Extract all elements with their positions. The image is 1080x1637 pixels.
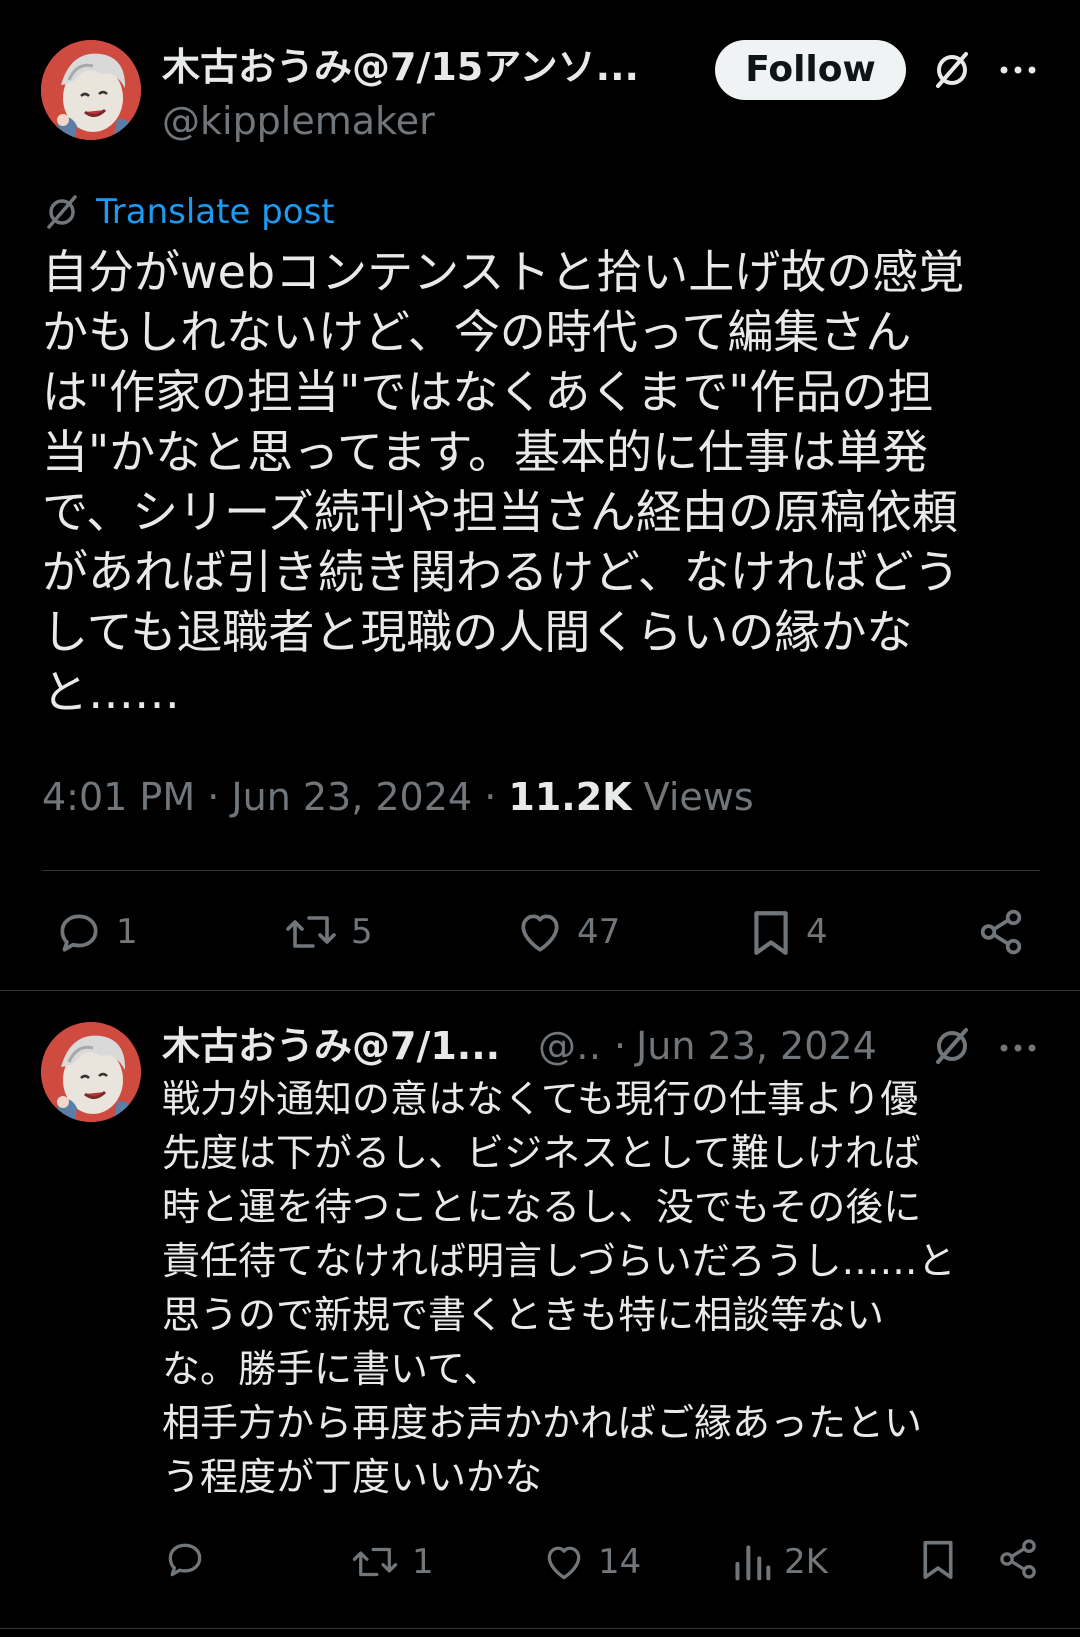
repost-icon (286, 916, 336, 948)
author-handle[interactable]: @kipplemaker (162, 96, 435, 146)
repost-count: 5 (351, 912, 373, 952)
share-icon (1000, 1539, 1036, 1579)
share-icon (980, 909, 1022, 955)
views-count: 11.2K (508, 775, 632, 819)
reply-count: 1 (116, 912, 138, 952)
meta-separator: · (614, 1024, 627, 1068)
views-label: Views (643, 775, 754, 819)
more-dots-icon[interactable] (996, 60, 1040, 80)
repost-icon (352, 1547, 398, 1577)
post-meta: 4:01 PM · Jun 23, 2024 · 11.2K Views (42, 772, 754, 822)
reply-header: 木古おうみ@7/1... @... · Jun 23, 2024 (162, 1020, 922, 1072)
divider (42, 870, 1040, 871)
repost-button[interactable]: 1 (350, 1537, 434, 1587)
repost-button[interactable]: 5 (283, 907, 373, 957)
reply-button[interactable]: 1 (54, 907, 138, 957)
author-name[interactable]: 木古おうみ@7/15アンソ... (162, 42, 662, 92)
reply-author-name[interactable]: 木古おうみ@7/1... (162, 1020, 502, 1072)
author-avatar[interactable] (41, 40, 141, 140)
bookmark-button[interactable] (918, 1537, 958, 1581)
reply-author-avatar[interactable] (41, 1022, 141, 1122)
views-button[interactable]: 2K (732, 1537, 828, 1587)
follow-button[interactable]: Follow (715, 40, 906, 100)
post-separator (0, 990, 1080, 991)
repost-count: 1 (412, 1542, 434, 1582)
bookmark-icon (923, 1540, 953, 1579)
share-button[interactable] (976, 907, 1026, 957)
translate-post-link[interactable]: Translate post (96, 190, 335, 234)
reply-post[interactable]: 木古おうみ@7/1... @... · Jun 23, 2024 戦力外通知の意… (0, 992, 1080, 1637)
grok-slash-icon[interactable] (930, 48, 974, 92)
bottom-divider (0, 1628, 1080, 1629)
reply-icon (168, 1543, 202, 1577)
action-bar: 1 5 47 4 (0, 902, 1080, 962)
bookmark-icon (754, 911, 788, 955)
heart-icon (547, 1546, 581, 1580)
more-dots-icon[interactable] (996, 1038, 1040, 1058)
like-button[interactable]: 47 (515, 907, 620, 957)
reply-text: 戦力外通知の意はなくても現行の仕事より優 先度は下がるし、ビジネスとして難しけれ… (162, 1077, 956, 1499)
post-date[interactable]: Jun 23, 2024 (231, 775, 472, 819)
reply-date[interactable]: Jun 23, 2024 (636, 1024, 877, 1068)
reply-action-bar: 1 14 2K (0, 1537, 1080, 1597)
like-button[interactable]: 14 (542, 1537, 641, 1587)
views-count: 2K (784, 1542, 828, 1582)
reply-author-handle[interactable]: @... (538, 1024, 604, 1068)
reply-button[interactable] (163, 1537, 219, 1581)
share-button[interactable] (996, 1537, 1040, 1581)
bookmark-button[interactable]: 4 (748, 907, 828, 957)
translate-row[interactable]: Translate post (42, 190, 335, 234)
avatar-illustration-icon (41, 1022, 141, 1122)
meta-separator: · (207, 775, 220, 819)
bookmark-count: 4 (806, 912, 828, 952)
grok-translate-icon (47, 195, 77, 229)
main-post: 木古おうみ@7/15アンソ... @kipplemaker Follow Tra… (0, 0, 1080, 990)
heart-icon (521, 914, 559, 952)
like-count: 14 (598, 1542, 642, 1582)
avatar-illustration-icon (41, 40, 141, 140)
reply-icon (60, 914, 98, 952)
post-text: 自分がwebコンテンストと拾い上げ故の感覚 かもしれないけど、今の時代って編集さ… (42, 245, 965, 719)
meta-separator: · (484, 775, 497, 819)
views-bar-chart-icon (735, 1545, 771, 1581)
grok-slash-icon[interactable] (930, 1024, 974, 1068)
like-count: 47 (577, 912, 621, 952)
post-time[interactable]: 4:01 PM (42, 775, 195, 819)
